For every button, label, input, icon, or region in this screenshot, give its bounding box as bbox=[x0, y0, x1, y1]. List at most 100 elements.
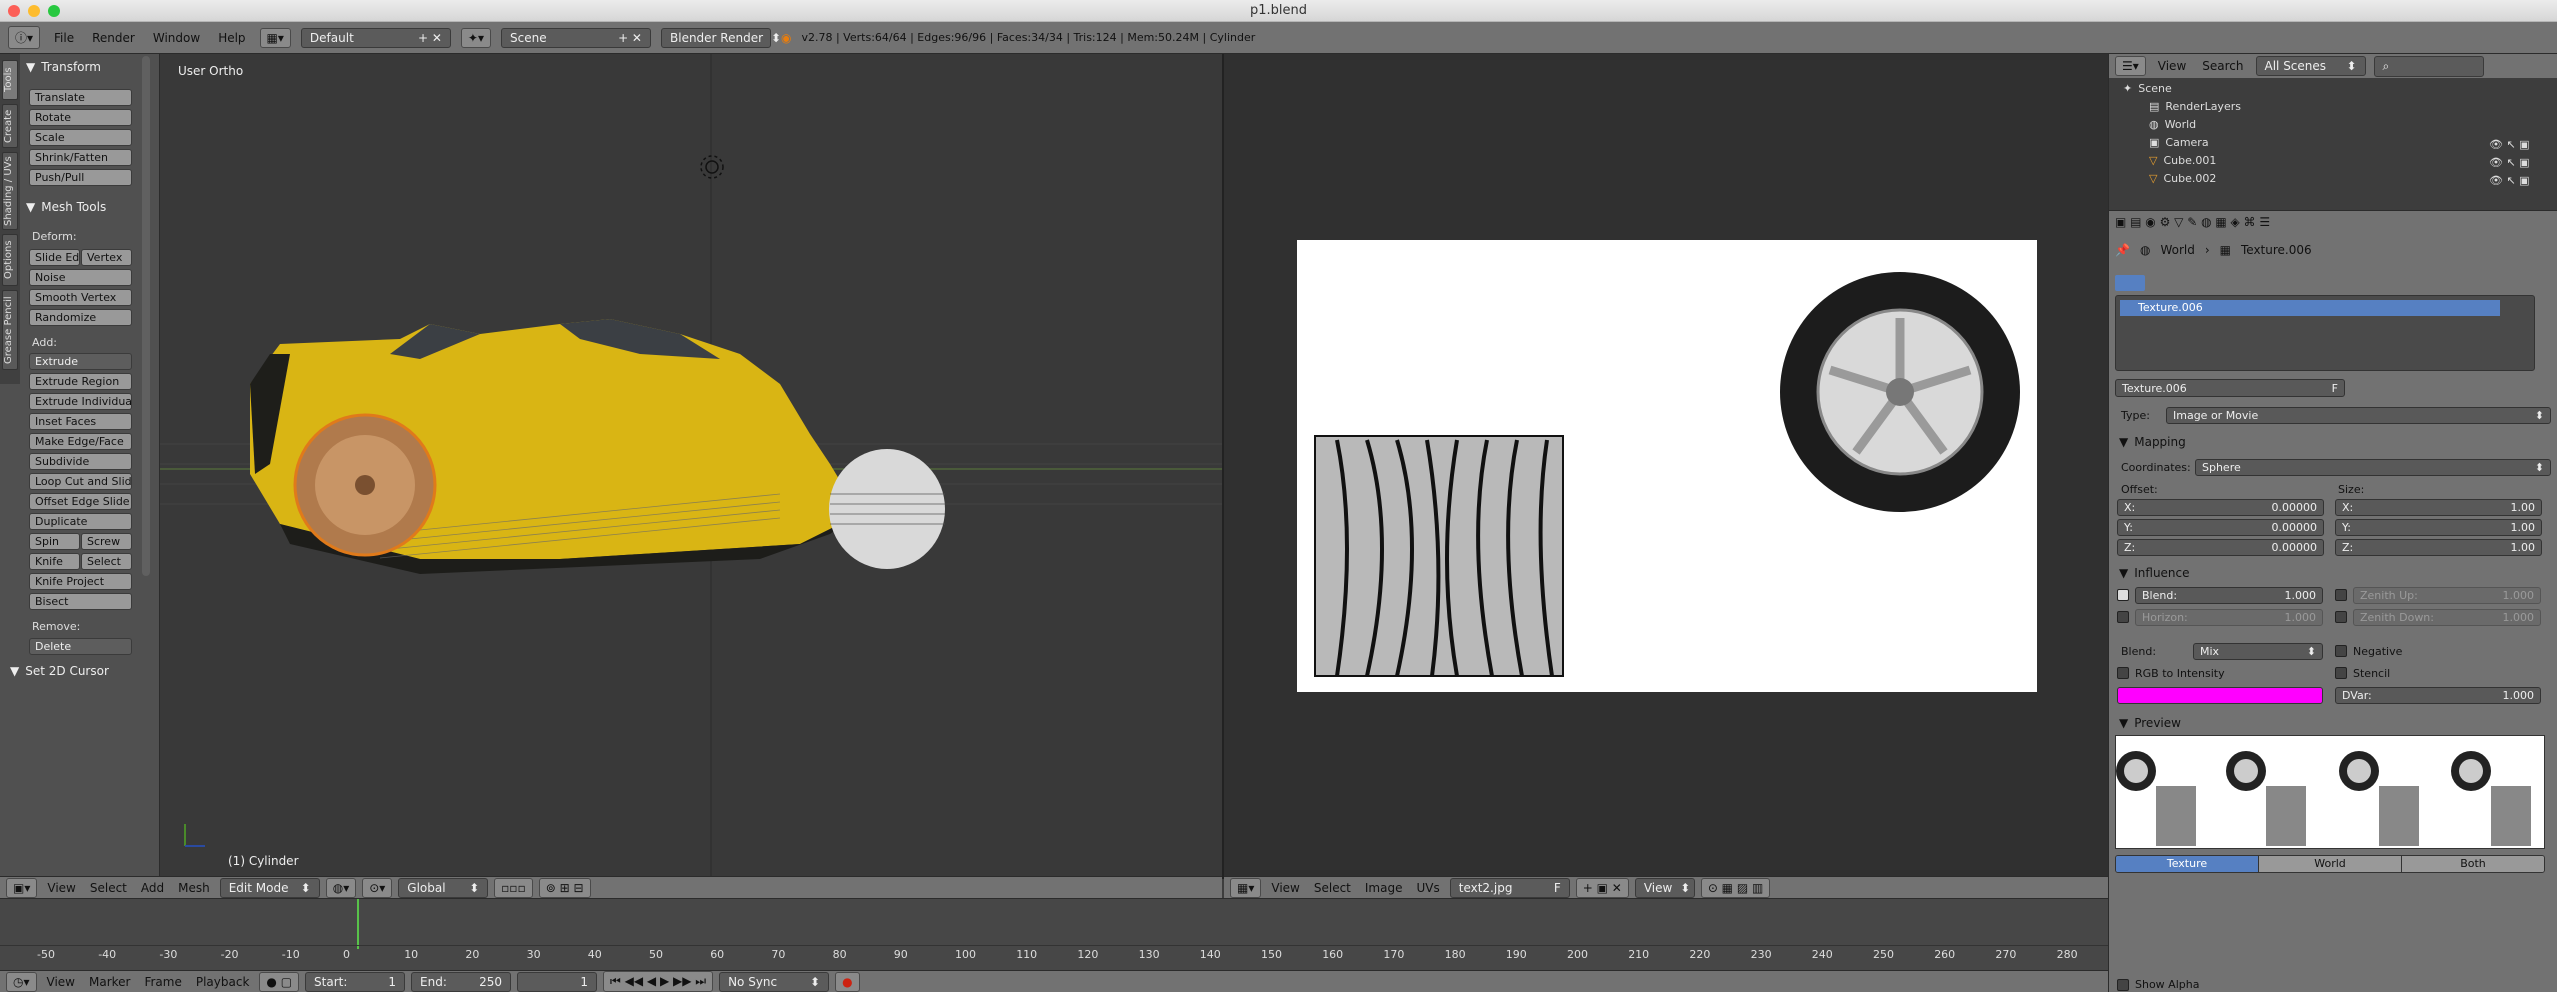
coordinates-select[interactable]: Sphere ⬍ bbox=[2195, 459, 2551, 476]
menu-mesh[interactable]: Mesh bbox=[174, 881, 214, 895]
visibility-icons[interactable]: 👁 ↖ ▣ bbox=[2489, 174, 2530, 187]
make-edge-face-button[interactable]: Make Edge/Face bbox=[29, 433, 132, 450]
shrink-fatten-button[interactable]: Shrink/Fatten bbox=[29, 149, 132, 166]
blend-influence-field[interactable]: Blend: 1.000 bbox=[2135, 587, 2323, 604]
menu-help[interactable]: Help bbox=[214, 31, 249, 45]
scene-icon[interactable]: ✦▾ bbox=[460, 27, 491, 48]
snap-icons[interactable]: ⊚ ⊞ ⊟ bbox=[538, 877, 591, 898]
menu-add[interactable]: Add bbox=[137, 881, 168, 895]
outliner-item-camera[interactable]: ▣ Camera bbox=[2149, 136, 2209, 149]
tool-shelf-scrollbar[interactable] bbox=[142, 56, 150, 576]
texture-type-select[interactable]: Image or Movie ⬍ bbox=[2166, 407, 2551, 424]
display-mode-select[interactable]: All Scenes ⬍ bbox=[2255, 56, 2366, 76]
panel-mesh-tools-header[interactable]: ▼ Mesh Tools bbox=[26, 200, 106, 214]
extrude-individual-button[interactable]: Extrude Individual bbox=[29, 393, 132, 410]
slide-vertex-button[interactable]: Vertex bbox=[81, 249, 132, 266]
transform-orientation-select[interactable]: Global ⬍ bbox=[398, 877, 489, 898]
editor-type-timeline-icon[interactable]: ◷▾ bbox=[6, 971, 37, 992]
screen-layout-icon[interactable]: ▦▾ bbox=[259, 27, 291, 48]
tab-shading-uvs[interactable]: Shading / UVs bbox=[2, 152, 18, 230]
record-icon[interactable]: ● bbox=[835, 971, 860, 992]
outliner-item-renderlayers[interactable]: ▤ RenderLayers bbox=[2149, 100, 2241, 113]
offset-y-field[interactable]: Y: 0.00000 bbox=[2117, 519, 2324, 536]
tab-tools[interactable]: Tools bbox=[2, 60, 18, 100]
size-y-field[interactable]: Y: 1.00 bbox=[2335, 519, 2542, 536]
outliner[interactable]: ☰▾ View Search All Scenes ⬍ ⌕ ✦ Scene ▤ Ren… bbox=[2108, 54, 2557, 210]
size-x-field[interactable]: X: 1.00 bbox=[2335, 499, 2542, 516]
knife-select-button[interactable]: Select bbox=[81, 553, 132, 570]
duplicate-button[interactable]: Duplicate bbox=[29, 513, 132, 530]
influence-panel-header[interactable]: ▼ Influence bbox=[2119, 566, 2190, 580]
texture-context-tabs[interactable] bbox=[2115, 275, 2145, 291]
spin-button[interactable]: Spin bbox=[29, 533, 80, 550]
preview-tab-world[interactable]: World bbox=[2258, 856, 2401, 872]
playback-controls[interactable]: ⏮ ◀◀ ◀ ▶ ▶▶ ⏭ bbox=[603, 971, 714, 992]
loop-cut-slide-button[interactable]: Loop Cut and Slide bbox=[29, 473, 132, 490]
panel-set-2d-cursor-header[interactable]: ▼ Set 2D Cursor bbox=[10, 664, 109, 678]
preview-tab-texture[interactable]: Texture bbox=[2116, 856, 2258, 872]
zoom-window-button[interactable] bbox=[48, 5, 60, 17]
translate-button[interactable]: Translate bbox=[29, 89, 132, 106]
end-frame-field[interactable]: End: 250 bbox=[411, 971, 512, 992]
menu-view[interactable]: View bbox=[43, 881, 79, 895]
outliner-item-world[interactable]: ◍ World bbox=[2149, 118, 2196, 131]
menu-tl-view[interactable]: View bbox=[43, 975, 79, 989]
zenith-up-field[interactable]: Zenith Up: 1.000 bbox=[2353, 587, 2541, 604]
extrude-menu[interactable]: Extrude bbox=[29, 353, 132, 370]
menu-file[interactable]: File bbox=[50, 31, 78, 45]
dvar-field[interactable]: DVar: 1.000 bbox=[2335, 687, 2541, 704]
menu-uvs[interactable]: UVs bbox=[1412, 881, 1443, 895]
outliner-item-scene[interactable]: ✦ Scene bbox=[2123, 82, 2172, 95]
menu-image-select[interactable]: Select bbox=[1310, 881, 1355, 895]
menu-render[interactable]: Render bbox=[88, 31, 139, 45]
menu-frame[interactable]: Frame bbox=[140, 975, 185, 989]
texture-slot-selected[interactable]: Texture.006 bbox=[2120, 300, 2500, 316]
negative-checkbox[interactable] bbox=[2335, 645, 2347, 657]
extrude-region-button[interactable]: Extrude Region bbox=[29, 373, 132, 390]
delete-menu[interactable]: Delete bbox=[29, 638, 132, 655]
subdivide-button[interactable]: Subdivide bbox=[29, 453, 132, 470]
outliner-search-input[interactable]: ⌕ bbox=[2373, 55, 2484, 77]
select-mode-icons[interactable]: ▫▫▫ bbox=[494, 877, 533, 898]
noise-button[interactable]: Noise bbox=[29, 269, 132, 286]
editor-type-3d-icon[interactable]: ▣▾ bbox=[6, 877, 38, 898]
menu-image-view[interactable]: View bbox=[1267, 881, 1303, 895]
knife-project-button[interactable]: Knife Project bbox=[29, 573, 132, 590]
menu-playback[interactable]: Playback bbox=[192, 975, 254, 989]
texture-name-field[interactable]: Texture.006 F bbox=[2115, 379, 2345, 397]
render-engine-select[interactable]: Blender Render ⬍ bbox=[661, 27, 781, 48]
visibility-icons[interactable]: 👁 ↖ ▣ bbox=[2489, 156, 2530, 169]
stencil-checkbox[interactable] bbox=[2335, 667, 2347, 679]
tab-options[interactable]: Options bbox=[2, 234, 18, 286]
mapping-panel-header[interactable]: ▼ Mapping bbox=[2119, 435, 2186, 449]
properties-editor[interactable]: ▣ ▤ ◉ ⚙ ▽ ✎ ◍ ▦ ◈ ⌘ ☰ 📌 ◍ World › ▦ Texture.0… bbox=[2108, 210, 2557, 992]
minimize-window-button[interactable] bbox=[28, 5, 40, 17]
preview-tab-both[interactable]: Both bbox=[2401, 856, 2544, 872]
menu-window[interactable]: Window bbox=[149, 31, 204, 45]
interaction-mode-select[interactable]: Edit Mode ⬍ bbox=[219, 877, 320, 898]
properties-context-tabs[interactable]: ▣ ▤ ◉ ⚙ ▽ ✎ ◍ ▦ ◈ ⌘ ☰ bbox=[2115, 215, 2545, 235]
horizon-checkbox[interactable] bbox=[2117, 611, 2129, 623]
pivot-point-icon[interactable]: ⊙▾ bbox=[362, 877, 393, 898]
randomize-button[interactable]: Randomize bbox=[29, 309, 132, 326]
editor-type-info-icon[interactable]: ⓘ▾ bbox=[8, 26, 41, 49]
scene-select[interactable]: Scene + ✕ bbox=[501, 27, 651, 48]
timeline[interactable]: -50 -40 -30 -20 -10 0 10 20 30 40 50 60 70 80 90 100 110… bbox=[0, 898, 2108, 970]
slide-edge-button[interactable]: Slide Ed bbox=[29, 249, 80, 266]
blend-influence-checkbox[interactable] bbox=[2117, 589, 2129, 601]
texture-slots-list[interactable]: Texture.006 bbox=[2115, 295, 2535, 371]
inset-faces-button[interactable]: Inset Faces bbox=[29, 413, 132, 430]
keying-icons[interactable]: ● ▢ bbox=[259, 971, 300, 992]
image-view-select[interactable]: View ⬍ bbox=[1634, 877, 1695, 898]
bisect-button[interactable]: Bisect bbox=[29, 593, 132, 610]
outliner-item-cube-002[interactable]: ▽ Cube.002 bbox=[2149, 172, 2216, 185]
tab-grease-pencil[interactable]: Grease Pencil bbox=[2, 290, 18, 370]
zenith-up-checkbox[interactable] bbox=[2335, 589, 2347, 601]
close-window-button[interactable] bbox=[8, 5, 20, 17]
offset-x-field[interactable]: X: 0.00000 bbox=[2117, 499, 2324, 516]
push-pull-button[interactable]: Push/Pull bbox=[29, 169, 132, 186]
show-alpha-checkbox[interactable] bbox=[2117, 979, 2129, 991]
outliner-item-cube-001[interactable]: ▽ Cube.001 bbox=[2149, 154, 2216, 167]
menu-outliner-search[interactable]: Search bbox=[2198, 59, 2247, 73]
menu-select[interactable]: Select bbox=[86, 881, 131, 895]
